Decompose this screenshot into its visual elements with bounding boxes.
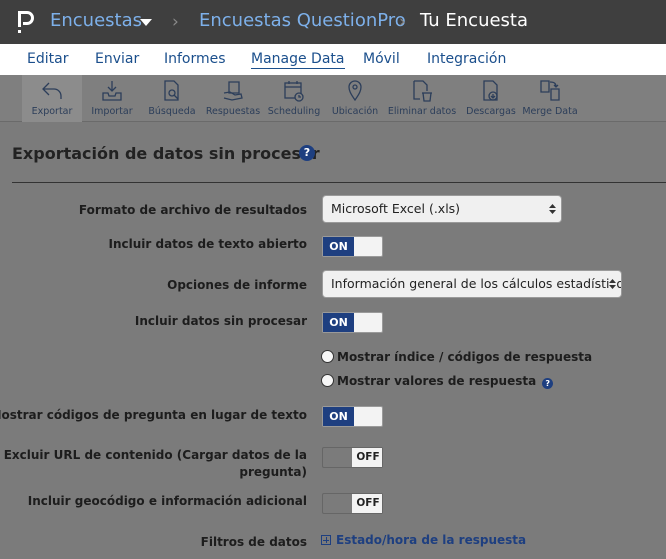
main-tabs: Editar Enviar Informes Manage Data Móvil… bbox=[0, 44, 666, 75]
toolbar-importar[interactable]: Importar bbox=[84, 75, 140, 122]
import-tray-icon bbox=[102, 81, 122, 101]
plus-box-icon bbox=[321, 535, 331, 545]
questionpro-logo-icon[interactable] bbox=[15, 9, 37, 35]
section-divider bbox=[12, 182, 666, 183]
exclude-url-toggle[interactable]: OFF bbox=[322, 447, 383, 468]
manage-data-toolbar: Exportar Importar Búsqueda Respuestas Sc… bbox=[0, 75, 666, 122]
toggle-on-label: ON bbox=[323, 407, 354, 426]
toolbar-respuestas[interactable]: Respuestas bbox=[204, 75, 262, 122]
breadcrumb-separator: › bbox=[399, 12, 406, 32]
question-codes-toggle[interactable]: ON bbox=[322, 406, 383, 427]
filter-response-status-link[interactable]: Estado/hora de la respuesta bbox=[321, 533, 526, 547]
geocode-label: Incluir geocódigo e información adiciona… bbox=[27, 494, 307, 508]
help-icon[interactable]: ? bbox=[299, 145, 315, 161]
toolbar-eliminar-datos[interactable]: Eliminar datos bbox=[385, 75, 459, 122]
report-options-select[interactable]: Información general de los cálculos esta… bbox=[322, 270, 622, 298]
toolbar-merge-data[interactable]: Merge Data bbox=[522, 75, 578, 122]
toolbar-label: Respuestas bbox=[205, 106, 261, 117]
tab-editar[interactable]: Editar bbox=[27, 51, 68, 67]
toolbar-label: Exportar bbox=[31, 106, 73, 117]
raw-data-toggle[interactable]: ON bbox=[322, 312, 383, 333]
tab-enviar[interactable]: Enviar bbox=[95, 51, 139, 67]
search-document-icon bbox=[164, 80, 179, 101]
tab-integracion[interactable]: Integración bbox=[427, 51, 506, 67]
trash-icon bbox=[413, 80, 432, 102]
toolbar-busqueda[interactable]: Búsqueda bbox=[143, 75, 201, 122]
radio-index-codes[interactable]: Mostrar índice / códigos de respuesta bbox=[321, 349, 592, 365]
open-text-label: Incluir datos de texto abierto bbox=[108, 237, 308, 251]
geocode-toggle[interactable]: OFF bbox=[322, 493, 383, 514]
radio-response-values[interactable]: Mostrar valores de respuesta? bbox=[321, 373, 554, 389]
exclude-url-label-line2: pregunta) bbox=[239, 465, 307, 479]
breadcrumb-encuestas[interactable]: Encuestas bbox=[50, 10, 142, 32]
merge-documents-icon bbox=[540, 80, 560, 101]
toolbar-ubicacion[interactable]: Ubicación bbox=[327, 75, 383, 122]
calendar-icon bbox=[284, 81, 304, 102]
top-bar: Encuestas › Encuestas QuestionPro › Tu E… bbox=[0, 0, 666, 44]
toggle-on-label: ON bbox=[323, 313, 354, 332]
filter-link-label: Estado/hora de la respuesta bbox=[336, 533, 527, 547]
radio-button[interactable] bbox=[321, 374, 334, 387]
format-select-value: Microsoft Excel (.xls) bbox=[331, 201, 461, 216]
toolbar-label: Búsqueda bbox=[148, 106, 196, 117]
radio-button[interactable] bbox=[321, 350, 334, 363]
toolbar-label: Scheduling bbox=[267, 106, 321, 117]
help-icon[interactable]: ? bbox=[542, 378, 554, 389]
format-label: Formato de archivo de resultados bbox=[78, 203, 307, 217]
toggle-off-label: OFF bbox=[356, 451, 380, 463]
tab-movil[interactable]: Móvil bbox=[363, 51, 400, 67]
toggle-on-label: ON bbox=[323, 237, 354, 256]
select-arrows-icon bbox=[609, 278, 616, 290]
toolbar-label: Merge Data bbox=[522, 106, 578, 117]
responses-hand-icon bbox=[223, 81, 243, 101]
report-options-value: Información general de los cálculos esta… bbox=[331, 276, 622, 291]
exclude-url-label-line1: Excluir URL de contenido (Cargar datos d… bbox=[3, 448, 307, 462]
question-codes-label: Mostrar códigos de pregunta en lugar de … bbox=[0, 408, 307, 422]
download-document-icon bbox=[483, 80, 498, 101]
tab-manage-data[interactable]: Manage Data bbox=[251, 51, 345, 69]
location-pin-icon bbox=[348, 80, 362, 102]
chevron-down-icon[interactable] bbox=[140, 19, 152, 26]
filters-label: Filtros de datos bbox=[200, 535, 307, 549]
breadcrumb-tu-encuesta: Tu Encuesta bbox=[420, 10, 529, 31]
breadcrumb-separator: › bbox=[172, 12, 179, 32]
toggle-off-label: OFF bbox=[356, 497, 380, 509]
radio-values-label: Mostrar valores de respuesta bbox=[337, 374, 537, 388]
select-arrows-icon bbox=[549, 204, 556, 214]
raw-data-label: Incluir datos sin procesar bbox=[134, 314, 307, 328]
export-arrow-icon bbox=[42, 82, 62, 99]
toolbar-label: Importar bbox=[91, 106, 133, 117]
format-select[interactable]: Microsoft Excel (.xls) bbox=[322, 195, 562, 223]
report-options-label: Opciones de informe bbox=[167, 278, 307, 292]
tab-informes[interactable]: Informes bbox=[164, 51, 226, 67]
page-title: Exportación de datos sin procesar bbox=[12, 144, 320, 163]
toolbar-label: Ubicación bbox=[331, 106, 379, 117]
toolbar-descargas[interactable]: Descargas bbox=[462, 75, 520, 122]
radio-index-label: Mostrar índice / códigos de respuesta bbox=[337, 350, 593, 364]
toolbar-label: Eliminar datos bbox=[387, 106, 457, 117]
breadcrumb-encuestas-questionpro[interactable]: Encuestas QuestionPro bbox=[199, 10, 406, 32]
toolbar-scheduling[interactable]: Scheduling bbox=[265, 75, 323, 122]
toolbar-label: Descargas bbox=[466, 106, 516, 117]
open-text-toggle[interactable]: ON bbox=[322, 236, 383, 257]
toolbar-exportar[interactable]: Exportar bbox=[22, 75, 82, 122]
